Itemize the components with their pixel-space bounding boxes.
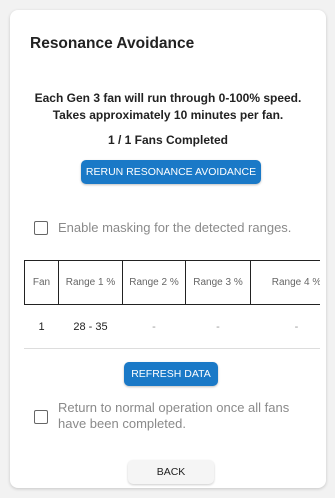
masking-option[interactable]: Enable masking for the detected ranges. [34, 220, 291, 236]
cell-range-3: - [216, 320, 220, 333]
page-title: Resonance Avoidance [30, 35, 195, 52]
ranges-table-container[interactable]: Fan Range 1 % Range 2 % Range 3 % Range … [24, 260, 320, 349]
rerun-resonance-avoidance-button[interactable]: RERUN RESONANCE AVOIDANCE [81, 160, 261, 184]
masking-checkbox[interactable] [34, 221, 48, 235]
cell-range-4: - [294, 320, 299, 333]
refresh-data-button[interactable]: REFRESH DATA [124, 362, 218, 386]
description: Each Gen 3 fan will run through 0-100% s… [10, 90, 326, 124]
back-button[interactable]: BACK [128, 460, 214, 484]
description-line-1: Each Gen 3 fan will run through 0-100% s… [34, 91, 302, 105]
description-line-2: Takes approximately 10 minutes per fan. [52, 108, 284, 122]
ranges-table: Fan Range 1 % Range 2 % Range 3 % Range … [24, 260, 321, 349]
fans-completed-status: 1 / 1 Fans Completed [107, 133, 229, 147]
header-range-3: Range 3 % [185, 260, 251, 305]
header-range-4: Range 4 % [250, 260, 320, 305]
table-row: 1 28 - 35 - - - [25, 305, 321, 349]
table-header-row: Fan Range 1 % Range 2 % Range 3 % Range … [24, 260, 320, 305]
header-fan: Fan [24, 260, 59, 305]
header-range-2: Range 2 % [122, 260, 186, 305]
cell-range-2: - [152, 320, 156, 333]
return-normal-label: Return to normal operation once all fans… [58, 400, 290, 431]
cell-fan: 1 [38, 320, 45, 333]
masking-label: Enable masking for the detected ranges. [58, 220, 292, 235]
return-normal-checkbox[interactable] [34, 410, 48, 424]
resonance-avoidance-card: Resonance Avoidance Each Gen 3 fan will … [10, 10, 326, 488]
return-normal-option[interactable]: Return to normal operation once all fans… [34, 400, 308, 432]
cell-range-1: 28 - 35 [73, 320, 108, 333]
header-range-1: Range 1 % [58, 260, 123, 305]
